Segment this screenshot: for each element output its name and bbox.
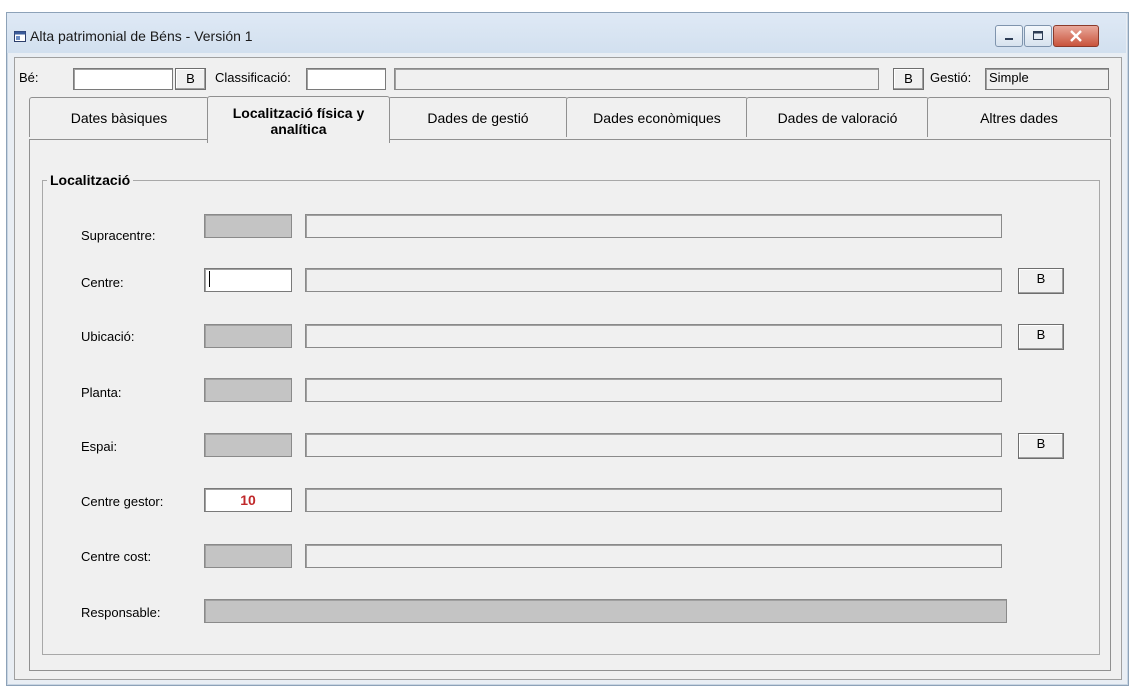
text-caret <box>209 271 210 287</box>
tab-dates-basiques[interactable]: Dates bàsiques <box>29 97 209 137</box>
centre-code-input[interactable] <box>204 268 292 292</box>
be-search-button[interactable]: B <box>175 68 206 90</box>
tab-dades-valoracio[interactable]: Dades de valoració <box>746 97 929 137</box>
centre-cost-label: Centre cost: <box>81 549 152 564</box>
planta-label: Planta: <box>81 385 122 400</box>
tab-localitzacio[interactable]: Localització física y analítica <box>207 96 390 143</box>
classificacio-input[interactable] <box>306 68 386 90</box>
tab-altres-dades[interactable]: Altres dades <box>927 97 1111 137</box>
planta-desc <box>305 378 1002 402</box>
supracentre-desc <box>305 214 1002 238</box>
espai-search-button[interactable]: B <box>1018 433 1064 459</box>
centre-gestor-desc <box>305 488 1002 512</box>
group-title: Localització <box>47 172 134 188</box>
ubicacio-code <box>204 324 292 348</box>
ubicacio-label: Ubicació: <box>81 329 135 344</box>
espai-label: Espai: <box>81 439 118 454</box>
maximize-icon <box>1033 31 1043 40</box>
centre-search-button[interactable]: B <box>1018 268 1064 294</box>
window-title: Alta patrimonial de Béns - Versión 1 <box>30 28 253 44</box>
responsable-field <box>204 599 1007 623</box>
be-input[interactable] <box>73 68 173 90</box>
app-window-icon <box>14 31 26 42</box>
minimize-icon <box>1005 38 1013 40</box>
tab-dades-gestio[interactable]: Dades de gestió <box>388 97 568 137</box>
supracentre-label: Supracentre: <box>81 228 156 243</box>
ubicacio-search-button[interactable]: B <box>1018 324 1064 350</box>
minimize-button[interactable] <box>995 25 1023 47</box>
close-button[interactable] <box>1053 25 1099 47</box>
gestio-field: Simple <box>985 68 1109 90</box>
planta-code <box>204 378 292 402</box>
centre-gestor-code-input[interactable]: 10 <box>204 488 292 512</box>
centre-label: Centre: <box>81 275 124 290</box>
close-icon <box>1070 30 1082 42</box>
localitzacio-group <box>42 180 1100 655</box>
tab-dades-economiques[interactable]: Dades econòmiques <box>566 97 748 137</box>
responsable-label: Responsable: <box>81 605 161 620</box>
maximize-button[interactable] <box>1024 25 1052 47</box>
espai-code <box>204 433 292 457</box>
ubicacio-desc <box>305 324 1002 348</box>
centre-desc <box>305 268 1002 292</box>
centre-cost-code <box>204 544 292 568</box>
gestio-label: Gestió: <box>930 70 972 85</box>
centre-gestor-label: Centre gestor: <box>81 494 164 509</box>
classificacio-description <box>394 68 879 90</box>
supracentre-code <box>204 214 292 238</box>
centre-cost-desc <box>305 544 1002 568</box>
espai-desc <box>305 433 1002 457</box>
be-label: Bé: <box>19 70 39 85</box>
classificacio-label: Classificació: <box>215 70 291 85</box>
classificacio-search-button[interactable]: B <box>893 68 924 90</box>
